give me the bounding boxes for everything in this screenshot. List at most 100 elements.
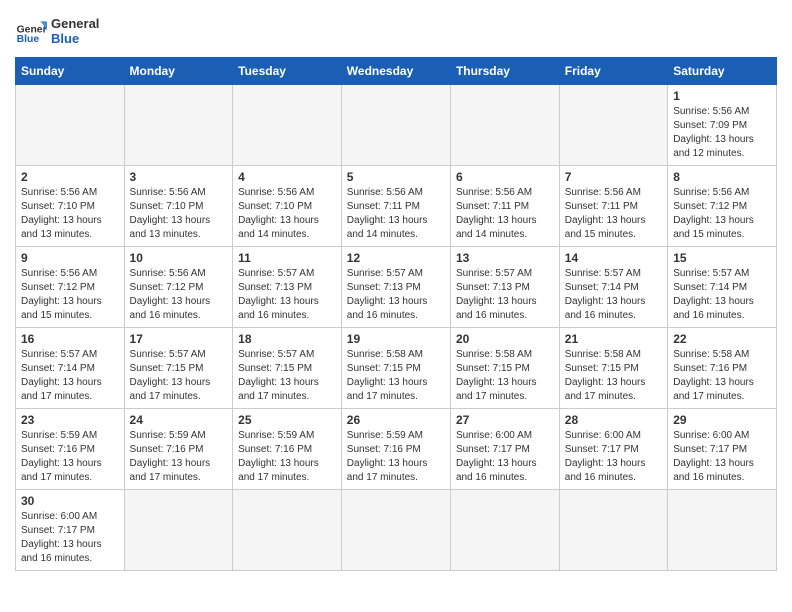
calendar-cell: 12 Sunrise: 5:57 AM Sunset: 7:13 PM Dayli… (341, 247, 450, 328)
day-number: 23 (21, 413, 119, 427)
day-info: Sunrise: 5:57 AM Sunset: 7:15 PM Dayligh… (238, 348, 336, 404)
calendar-cell: 8 Sunrise: 5:56 AM Sunset: 7:12 PM Daylig… (668, 166, 777, 247)
day-number: 29 (673, 413, 771, 427)
day-number: 28 (565, 413, 662, 427)
day-number: 14 (565, 251, 662, 265)
day-info: Sunrise: 5:57 AM Sunset: 7:13 PM Dayligh… (347, 267, 445, 323)
day-number: 1 (673, 89, 771, 103)
day-info: Sunrise: 6:00 AM Sunset: 7:17 PM Dayligh… (673, 429, 771, 485)
calendar-cell: 30 Sunrise: 6:00 AM Sunset: 7:17 PM Dayli… (16, 490, 125, 571)
day-number: 13 (456, 251, 554, 265)
calendar-cell: 10 Sunrise: 5:56 AM Sunset: 7:12 PM Dayli… (124, 247, 233, 328)
day-info: Sunrise: 5:57 AM Sunset: 7:14 PM Dayligh… (21, 348, 119, 404)
day-info: Sunrise: 5:58 AM Sunset: 7:16 PM Dayligh… (673, 348, 771, 404)
day-number: 30 (21, 494, 119, 508)
day-info: Sunrise: 5:57 AM Sunset: 7:14 PM Dayligh… (673, 267, 771, 323)
calendar-cell: 18 Sunrise: 5:57 AM Sunset: 7:15 PM Dayli… (233, 328, 342, 409)
day-number: 6 (456, 170, 554, 184)
day-info: Sunrise: 5:56 AM Sunset: 7:10 PM Dayligh… (21, 186, 119, 242)
calendar-cell: 27Sunrise: 6:00 AM Sunset: 7:17 PM Dayli… (450, 409, 559, 490)
calendar-week-2: 2 Sunrise: 5:56 AM Sunset: 7:10 PM Daylig… (16, 166, 777, 247)
day-number: 9 (21, 251, 119, 265)
day-number: 18 (238, 332, 336, 346)
day-number: 5 (347, 170, 445, 184)
calendar-cell: 6 Sunrise: 5:56 AM Sunset: 7:11 PM Daylig… (450, 166, 559, 247)
day-of-week-saturday: Saturday (668, 58, 777, 85)
calendar-table: SundayMondayTuesdayWednesdayThursdayFrid… (15, 57, 777, 571)
day-info: Sunrise: 5:56 AM Sunset: 7:12 PM Dayligh… (130, 267, 228, 323)
day-number: 4 (238, 170, 336, 184)
day-info: Sunrise: 5:59 AM Sunset: 7:16 PM Dayligh… (347, 429, 445, 485)
day-number: 7 (565, 170, 662, 184)
calendar-cell: 14Sunrise: 5:57 AM Sunset: 7:14 PM Dayli… (559, 247, 667, 328)
day-info: Sunrise: 5:57 AM Sunset: 7:13 PM Dayligh… (238, 267, 336, 323)
calendar-cell (450, 490, 559, 571)
day-of-week-thursday: Thursday (450, 58, 559, 85)
calendar-cell: 4 Sunrise: 5:56 AM Sunset: 7:10 PM Daylig… (233, 166, 342, 247)
day-info: Sunrise: 5:56 AM Sunset: 7:09 PM Dayligh… (673, 105, 771, 161)
calendar-week-3: 9 Sunrise: 5:56 AM Sunset: 7:12 PM Daylig… (16, 247, 777, 328)
calendar-cell (233, 490, 342, 571)
page-header: General Blue General Blue (15, 15, 777, 47)
calendar-week-6: 30 Sunrise: 6:00 AM Sunset: 7:17 PM Dayli… (16, 490, 777, 571)
calendar-cell: 25 Sunrise: 5:59 AM Sunset: 7:16 PM Dayli… (233, 409, 342, 490)
day-number: 26 (347, 413, 445, 427)
calendar-cell (450, 85, 559, 166)
calendar-cell: 13 Sunrise: 5:57 AM Sunset: 7:13 PM Dayli… (450, 247, 559, 328)
day-info: Sunrise: 5:59 AM Sunset: 7:16 PM Dayligh… (238, 429, 336, 485)
logo: General Blue General Blue (15, 15, 99, 47)
day-info: Sunrise: 5:56 AM Sunset: 7:11 PM Dayligh… (456, 186, 554, 242)
day-number: 27 (456, 413, 554, 427)
day-info: Sunrise: 5:56 AM Sunset: 7:10 PM Dayligh… (238, 186, 336, 242)
calendar-cell (341, 85, 450, 166)
calendar-cell: 15Sunrise: 5:57 AM Sunset: 7:14 PM Dayli… (668, 247, 777, 328)
day-number: 12 (347, 251, 445, 265)
calendar-cell: 28Sunrise: 6:00 AM Sunset: 7:17 PM Dayli… (559, 409, 667, 490)
calendar-header-row: SundayMondayTuesdayWednesdayThursdayFrid… (16, 58, 777, 85)
day-number: 22 (673, 332, 771, 346)
logo-blue-text: Blue (51, 31, 99, 46)
day-number: 10 (130, 251, 228, 265)
svg-text:Blue: Blue (17, 34, 40, 45)
calendar-cell (16, 85, 125, 166)
calendar-cell: 3Sunrise: 5:56 AM Sunset: 7:10 PM Daylig… (124, 166, 233, 247)
calendar-cell: 11 Sunrise: 5:57 AM Sunset: 7:13 PM Dayli… (233, 247, 342, 328)
day-info: Sunrise: 5:56 AM Sunset: 7:12 PM Dayligh… (21, 267, 119, 323)
day-number: 25 (238, 413, 336, 427)
day-info: Sunrise: 5:57 AM Sunset: 7:13 PM Dayligh… (456, 267, 554, 323)
day-info: Sunrise: 5:57 AM Sunset: 7:15 PM Dayligh… (130, 348, 228, 404)
day-number: 3 (130, 170, 228, 184)
day-number: 8 (673, 170, 771, 184)
calendar-cell (668, 490, 777, 571)
day-number: 16 (21, 332, 119, 346)
day-info: Sunrise: 5:56 AM Sunset: 7:12 PM Dayligh… (673, 186, 771, 242)
calendar-cell: 5 Sunrise: 5:56 AM Sunset: 7:11 PM Daylig… (341, 166, 450, 247)
day-of-week-friday: Friday (559, 58, 667, 85)
day-of-week-wednesday: Wednesday (341, 58, 450, 85)
day-number: 2 (21, 170, 119, 184)
logo-icon: General Blue (15, 15, 47, 47)
calendar-cell: 26 Sunrise: 5:59 AM Sunset: 7:16 PM Dayli… (341, 409, 450, 490)
day-number: 21 (565, 332, 662, 346)
calendar-cell (341, 490, 450, 571)
day-number: 17 (130, 332, 228, 346)
calendar-cell: 2 Sunrise: 5:56 AM Sunset: 7:10 PM Daylig… (16, 166, 125, 247)
calendar-cell (559, 490, 667, 571)
calendar-cell: 17 Sunrise: 5:57 AM Sunset: 7:15 PM Dayli… (124, 328, 233, 409)
calendar-cell: 20Sunrise: 5:58 AM Sunset: 7:15 PM Dayli… (450, 328, 559, 409)
calendar-cell: 29 Sunrise: 6:00 AM Sunset: 7:17 PM Dayli… (668, 409, 777, 490)
day-number: 19 (347, 332, 445, 346)
day-number: 11 (238, 251, 336, 265)
day-info: Sunrise: 5:56 AM Sunset: 7:11 PM Dayligh… (347, 186, 445, 242)
calendar-cell: 23Sunrise: 5:59 AM Sunset: 7:16 PM Dayli… (16, 409, 125, 490)
day-info: Sunrise: 5:58 AM Sunset: 7:15 PM Dayligh… (456, 348, 554, 404)
day-of-week-sunday: Sunday (16, 58, 125, 85)
day-info: Sunrise: 5:56 AM Sunset: 7:11 PM Dayligh… (565, 186, 662, 242)
calendar-cell: 21Sunrise: 5:58 AM Sunset: 7:15 PM Dayli… (559, 328, 667, 409)
calendar-cell (124, 85, 233, 166)
day-info: Sunrise: 6:00 AM Sunset: 7:17 PM Dayligh… (21, 510, 119, 566)
day-info: Sunrise: 5:59 AM Sunset: 7:16 PM Dayligh… (130, 429, 228, 485)
calendar-cell (559, 85, 667, 166)
calendar-cell (233, 85, 342, 166)
calendar-cell: 16 Sunrise: 5:57 AM Sunset: 7:14 PM Dayli… (16, 328, 125, 409)
